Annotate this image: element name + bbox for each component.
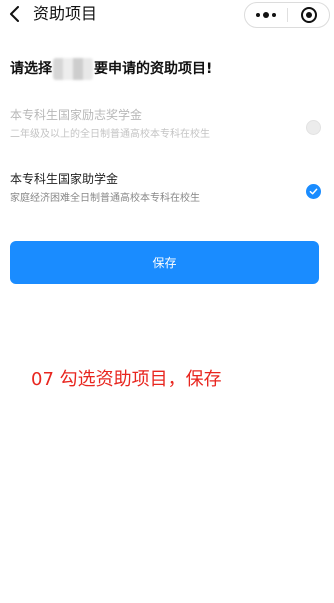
option-title: 本专科生国家励志奖学金 xyxy=(10,108,143,122)
checkmark-icon xyxy=(309,188,318,195)
page-title: 资助项目 xyxy=(33,4,98,23)
option-subtitle: 家庭经济困难全日制普通高校本专科在校生 xyxy=(10,193,200,204)
target-circle-icon xyxy=(300,7,317,23)
tutorial-annotation: 07 勾选资助项目，保存 xyxy=(31,369,222,390)
option-radio-unchecked xyxy=(306,120,321,135)
menu-capsule xyxy=(244,2,330,28)
nav-bar: 资助项目 xyxy=(0,0,334,30)
heading-prefix: 请选择 xyxy=(10,61,52,77)
back-button[interactable] xyxy=(4,3,26,25)
heading-suffix: 要申请的资助项目! xyxy=(94,61,213,77)
section-heading: 请选择 要申请的资助项目! xyxy=(10,58,212,80)
option-scholarship: 本专科生国家励志奖学金 二年级及以上的全日制普通高校本专科在校生 xyxy=(0,106,334,148)
close-miniprogram-button[interactable] xyxy=(288,3,329,27)
option-radio-checked[interactable] xyxy=(306,184,321,199)
screen: 资助项目 请选择 要申请的资助项目! 本专科生国家励志奖学金 二年级及以上的全日… xyxy=(0,0,334,603)
save-button[interactable]: 保存 xyxy=(10,241,319,284)
option-subtitle: 二年级及以上的全日制普通高校本专科在校生 xyxy=(10,129,210,140)
more-button[interactable] xyxy=(245,3,287,27)
redacted-name-mosaic xyxy=(53,58,93,80)
option-title: 本专科生国家助学金 xyxy=(10,172,119,186)
chevron-left-icon xyxy=(10,6,19,22)
option-grant[interactable]: 本专科生国家助学金 家庭经济困难全日制普通高校本专科在校生 xyxy=(0,170,334,212)
more-dots-icon xyxy=(255,12,278,18)
